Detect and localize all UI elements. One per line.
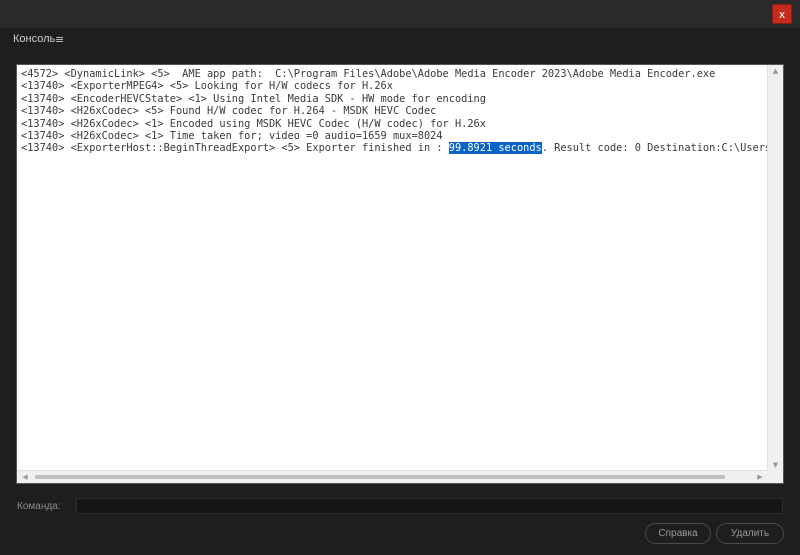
scrollbar-corner bbox=[768, 471, 783, 483]
window-titlebar: x bbox=[0, 0, 800, 28]
log-line: <13740> <H26xCodec> <1> Encoded using MS… bbox=[21, 117, 486, 130]
log-line: <13740> <ExporterMPEG4> <5> Looking for … bbox=[21, 80, 393, 93]
scroll-down-icon[interactable]: ▼ bbox=[768, 459, 783, 471]
log-content[interactable]: <4572> <DynamicLink> <5> AME app path: C… bbox=[17, 65, 768, 471]
log-line: <13740> <H26xCodec> <1> Time taken for; … bbox=[21, 130, 443, 143]
close-button[interactable]: x bbox=[772, 4, 792, 24]
command-label: Команда: bbox=[17, 501, 61, 512]
panel-header: Консоль ≡ bbox=[0, 28, 800, 50]
log-line-export-finished: <13740> <ExporterHost::BeginThreadExport… bbox=[21, 142, 768, 155]
log-line: <13740> <H26xCodec> <5> Found H/W codec … bbox=[21, 105, 437, 118]
horizontal-scrollbar[interactable]: ◀ ▶ bbox=[17, 470, 768, 483]
scroll-left-icon[interactable]: ◀ bbox=[19, 471, 31, 483]
help-button[interactable]: Справка bbox=[645, 523, 711, 544]
scroll-up-icon[interactable]: ▲ bbox=[768, 65, 783, 77]
panel-title: Консоль bbox=[13, 33, 56, 45]
log-text: . Result code: 0 Destination:C:\Users\Us… bbox=[541, 142, 768, 155]
console-log[interactable]: <4572> <DynamicLink> <5> AME app path: C… bbox=[16, 64, 784, 484]
log-line: <4572> <DynamicLink> <5> AME app path: C… bbox=[21, 68, 716, 80]
selected-text: 99.8921 seconds bbox=[448, 142, 542, 155]
delete-button[interactable]: Удалить bbox=[716, 523, 784, 544]
command-input[interactable] bbox=[76, 498, 783, 514]
scroll-right-icon[interactable]: ▶ bbox=[754, 471, 766, 483]
vertical-scrollbar[interactable]: ▲ ▼ bbox=[767, 65, 783, 471]
log-line: <13740> <EncoderHEVCState> <1> Using Int… bbox=[21, 92, 486, 105]
panel-menu-icon[interactable]: ≡ bbox=[55, 33, 64, 46]
log-text: <13740> <ExporterHost::BeginThreadExport… bbox=[21, 142, 449, 155]
scrollbar-thumb[interactable] bbox=[35, 475, 725, 479]
